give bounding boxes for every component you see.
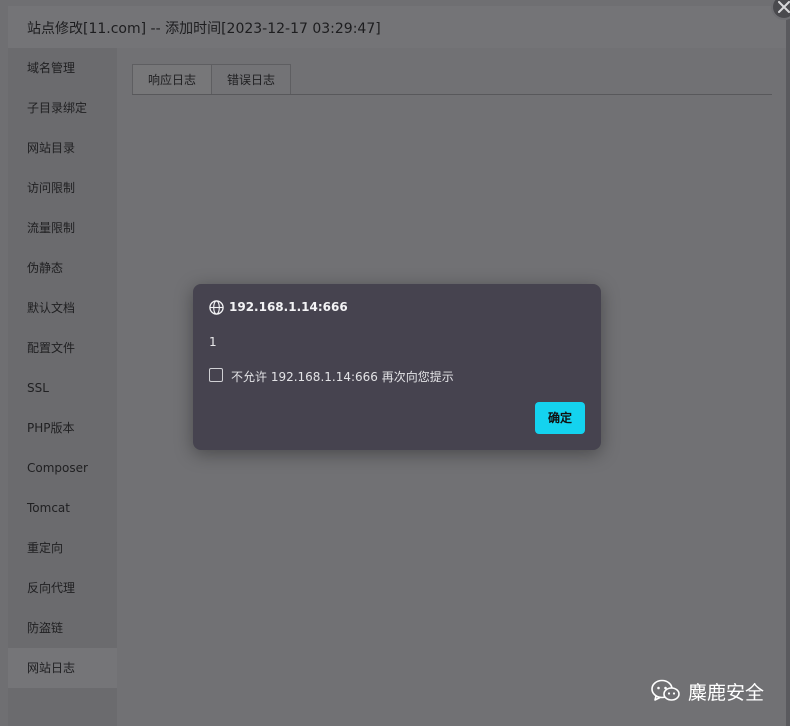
sidebar-item-config-file[interactable]: 配置文件 <box>8 328 117 368</box>
sidebar-item-reverse-proxy[interactable]: 反向代理 <box>8 568 117 608</box>
tab-response-log[interactable]: 响应日志 <box>132 64 212 94</box>
suppress-dialogs-checkbox[interactable] <box>209 368 223 382</box>
dialog-message: 1 <box>209 335 217 349</box>
ok-button[interactable]: 确定 <box>535 402 585 434</box>
sidebar-item-redirect[interactable]: 重定向 <box>8 528 117 568</box>
sidebar-item-rewrite[interactable]: 伪静态 <box>8 248 117 288</box>
alert-dialog: 192.168.1.14:666 1 不允许 192.168.1.14:666 … <box>193 284 601 450</box>
log-tabs: 响应日志 错误日志 <box>132 64 772 95</box>
sidebar-item-traffic-limit[interactable]: 流量限制 <box>8 208 117 248</box>
sidebar-item-domain[interactable]: 域名管理 <box>8 48 117 88</box>
sidebar-item-tomcat[interactable]: Tomcat <box>8 488 117 528</box>
sidebar-item-php-version[interactable]: PHP版本 <box>8 408 117 448</box>
window-title: 站点修改[11.com] -- 添加时间[2023-12-17 03:29:47… <box>27 21 381 37</box>
sidebar-item-site-log[interactable]: 网站日志 <box>8 648 117 688</box>
suppress-dialogs-label[interactable]: 不允许 192.168.1.14:666 再次向您提示 <box>231 368 454 385</box>
sidebar: 域名管理 子目录绑定 网站目录 访问限制 流量限制 伪静态 默认文档 配置文件 … <box>8 48 117 726</box>
wechat-icon <box>651 679 680 701</box>
window-titlebar: 站点修改[11.com] -- 添加时间[2023-12-17 03:29:47… <box>8 6 786 49</box>
sidebar-item-site-directory[interactable]: 网站目录 <box>8 128 117 168</box>
sidebar-item-access-limit[interactable]: 访问限制 <box>8 168 117 208</box>
tab-error-log[interactable]: 错误日志 <box>211 64 291 94</box>
sidebar-item-default-document[interactable]: 默认文档 <box>8 288 117 328</box>
site-edit-window: 站点修改[11.com] -- 添加时间[2023-12-17 03:29:47… <box>0 0 790 726</box>
dialog-origin: 192.168.1.14:666 <box>229 300 348 314</box>
sidebar-item-hotlink-protection[interactable]: 防盗链 <box>8 608 117 648</box>
sidebar-item-composer[interactable]: Composer <box>8 448 117 488</box>
sidebar-item-subdir-binding[interactable]: 子目录绑定 <box>8 88 117 128</box>
globe-icon <box>209 300 224 315</box>
window-edge <box>786 0 790 726</box>
close-icon <box>778 1 790 13</box>
sidebar-item-ssl[interactable]: SSL <box>8 368 117 408</box>
watermark-text: 麋鹿安全 <box>688 682 765 704</box>
